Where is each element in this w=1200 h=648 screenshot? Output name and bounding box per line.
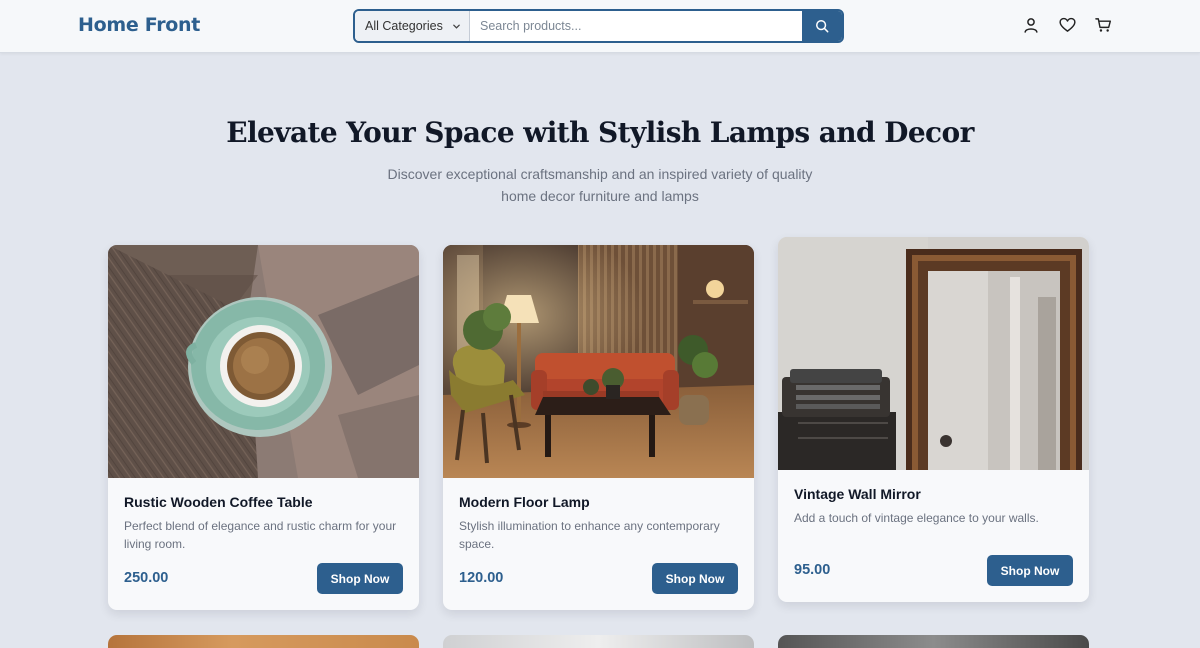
shop-now-button[interactable]: Shop Now <box>317 563 403 594</box>
product-card[interactable]: Rustic Wooden Coffee Table Perfect blend… <box>108 245 419 610</box>
heart-icon <box>1058 17 1076 32</box>
category-select-label: All Categories <box>365 19 443 33</box>
search-input[interactable] <box>470 11 802 41</box>
chevron-down-icon <box>453 24 460 29</box>
cart-icon <box>1094 18 1111 32</box>
product-description: Stylish illumination to enhance any cont… <box>459 519 720 551</box>
category-select[interactable]: All Categories <box>355 11 470 41</box>
product-title[interactable]: Vintage Wall Mirror <box>794 486 921 502</box>
product-image-wall-mirror[interactable] <box>778 237 1089 470</box>
shop-now-button[interactable]: Shop Now <box>652 563 738 594</box>
wishlist-button[interactable] <box>1058 16 1076 34</box>
product-price: 120.00 <box>459 570 504 586</box>
hero-subtitle: Discover exceptional craftsmanship and a… <box>387 166 813 204</box>
product-card-partial[interactable] <box>778 635 1089 648</box>
product-title[interactable]: Rustic Wooden Coffee Table <box>124 494 313 510</box>
product-price: 250.00 <box>124 570 169 586</box>
product-image-coffee-table[interactable] <box>108 245 419 478</box>
hero-title: Elevate Your Space with Stylish Lamps an… <box>226 116 974 149</box>
search-button[interactable] <box>802 11 842 41</box>
site-header: Home Front All Categories <box>0 0 1200 53</box>
user-icon <box>1024 18 1038 33</box>
product-card-partial[interactable] <box>443 635 754 648</box>
account-button[interactable] <box>1022 16 1040 34</box>
product-description: Perfect blend of elegance and rustic cha… <box>124 519 397 551</box>
product-description: Add a touch of vintage elegance to your … <box>794 511 1039 525</box>
product-card[interactable]: Modern Floor Lamp Stylish illumination t… <box>443 245 754 610</box>
search-bar: All Categories <box>353 9 844 43</box>
product-image-floor-lamp[interactable] <box>443 245 754 478</box>
site-logo[interactable]: Home Front <box>78 14 200 36</box>
header-actions <box>1022 16 1112 34</box>
cart-button[interactable] <box>1094 16 1112 34</box>
search-icon <box>816 20 829 33</box>
product-price: 95.00 <box>794 562 831 578</box>
product-card-partial[interactable] <box>108 635 419 648</box>
shop-now-button[interactable]: Shop Now <box>987 555 1073 586</box>
product-title[interactable]: Modern Floor Lamp <box>459 494 590 510</box>
product-card[interactable]: Vintage Wall Mirror Add a touch of vinta… <box>778 237 1089 602</box>
